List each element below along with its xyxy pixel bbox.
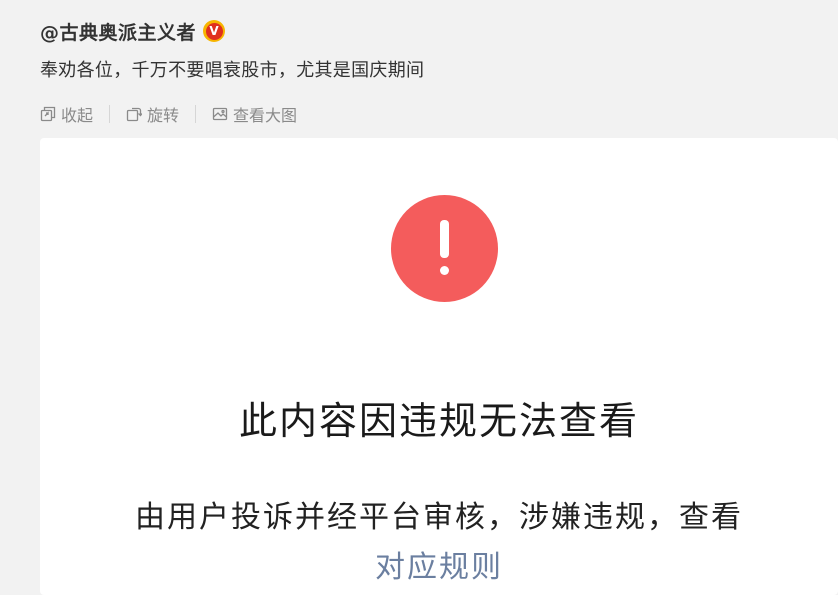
author-name[interactable]: @古典奥派主义者 (40, 18, 196, 45)
verified-badge-icon: V (203, 20, 226, 42)
view-large-image-label: 查看大图 (233, 106, 298, 125)
blocked-description: 由用户投诉并经平台审核，涉嫌违规，查看 (135, 500, 743, 535)
rotate-button[interactable]: 旋转 (126, 102, 179, 126)
weibo-post: @古典奥派主义者 V 奉劝各位，千万不要唱衰股市，尤其是国庆期间 收起 旋转 查… (0, 0, 838, 595)
toolbar-divider (195, 105, 197, 123)
collapse-button[interactable]: 收起 (40, 102, 93, 126)
image-toolbar: 收起 旋转 查看大图 (40, 102, 297, 126)
blocked-content-card: 此内容因违规无法查看 由用户投诉并经平台审核，涉嫌违规，查看 对应规则 (40, 138, 838, 595)
verified-badge-letter: V (205, 22, 223, 40)
toolbar-divider (109, 105, 111, 123)
rotate-icon (126, 107, 143, 122)
view-large-image-button[interactable]: 查看大图 (212, 102, 297, 126)
warning-icon-dot (440, 266, 449, 275)
collapse-label: 收起 (61, 106, 94, 125)
author-row: @古典奥派主义者 V (40, 16, 226, 46)
post-text: 奉劝各位，千万不要唱衰股市，尤其是国庆期间 (40, 60, 425, 81)
blocked-title: 此内容因违规无法查看 (238, 399, 639, 443)
image-icon (212, 107, 228, 121)
collapse-icon (40, 106, 56, 122)
warning-icon-bar (440, 220, 449, 258)
warning-icon (391, 195, 498, 302)
rules-link[interactable]: 对应规则 (40, 542, 838, 586)
rotate-label: 旋转 (147, 106, 180, 125)
